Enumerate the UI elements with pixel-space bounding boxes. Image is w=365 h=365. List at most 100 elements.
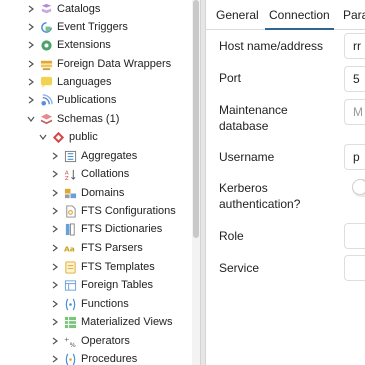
domain-icon [63,186,77,200]
chevron-right-icon[interactable] [50,239,60,257]
tree-item-label: Collations [81,168,130,180]
chevron-right-icon[interactable] [50,258,60,276]
tree-item-fts-templates[interactable]: FTS Templates [50,258,155,276]
tree-item-procedures[interactable]: Procedures [50,350,137,365]
chevron-right-icon[interactable] [50,220,60,238]
maintenance-db-select[interactable]: M [344,99,365,125]
tab-connection[interactable]: Connection [265,0,334,30]
chevron-right-icon[interactable] [26,73,36,91]
chevron-right-icon[interactable] [50,147,60,165]
tree-item-label: FTS Configurations [81,205,176,217]
username-input[interactable]: p [344,144,365,170]
tree-item-label: Extensions [57,39,111,51]
procedure-icon [63,352,77,365]
chevron-right-icon[interactable] [50,295,60,313]
tree-item-label: Languages [57,76,112,88]
tree-item-fts-configurations[interactable]: FTS Configurations [50,202,176,220]
tree-item-label: Operators [81,335,130,347]
fts-configuration-icon [63,204,77,218]
chevron-down-icon[interactable] [38,128,48,146]
chevron-right-icon[interactable] [50,313,60,331]
service-input[interactable] [344,255,365,281]
tree-item-foreign-tables[interactable]: Foreign Tables [50,276,153,294]
chevron-right-icon[interactable] [26,0,36,18]
tree-item-label: Aggregates [81,150,138,162]
port-label: Port [219,71,242,85]
chevron-right-icon[interactable] [26,36,36,54]
chevron-right-icon[interactable] [26,91,36,109]
chevron-down-icon[interactable] [26,110,36,128]
kerberos-toggle-knob [352,179,365,195]
tree-item-publications[interactable]: Publications [26,91,116,109]
tree-item-fts-dictionaries[interactable]: FTS Dictionaries [50,220,162,238]
tree-scrollbar-thumb[interactable] [193,0,199,238]
operator-icon: +% [63,334,77,348]
tree-item-extensions[interactable]: Extensions [26,36,111,54]
function-icon [63,297,77,311]
svg-text:Aa: Aa [64,244,75,253]
port-input[interactable]: 5 [344,66,365,92]
tree-item-collations[interactable]: AZ Collations [50,165,129,183]
tree-item-label: FTS Templates [81,261,155,273]
fts-parser-icon: Aa [63,241,77,255]
tree-item-event-triggers[interactable]: Event Triggers [26,18,128,36]
dialog-tabs: General Connection Para [206,0,365,30]
foreign-data-wrapper-icon [39,57,53,71]
tree-item-foreign-data-wrappers[interactable]: Foreign Data Wrappers [26,55,171,73]
chevron-right-icon[interactable] [50,276,60,294]
tree-item-label: Foreign Data Wrappers [57,58,172,70]
fts-dictionary-icon [63,222,77,236]
tab-parameters[interactable]: Para [339,0,365,30]
kerberos-toggle[interactable] [352,179,365,197]
tree-item-label: FTS Parsers [81,242,143,254]
tree-item-aggregates[interactable]: Aggregates [50,147,137,165]
catalog-icon [39,2,53,16]
tree-item-catalogs[interactable]: Catalogs [26,0,100,18]
maintenance-db-label: Maintenance database [219,103,288,133]
fts-template-icon [63,260,77,274]
tree-item-label: Publications [57,94,117,106]
role-label: Role [219,229,244,243]
tree-item-label: FTS Dictionaries [81,223,163,235]
host-label: Host name/address [219,39,324,53]
service-label: Service [219,261,260,275]
tree-item-public[interactable]: public [38,128,98,146]
event-trigger-icon [39,20,53,34]
tree-item-label: Functions [81,298,129,310]
tree-item-functions[interactable]: Functions [50,295,129,313]
chevron-right-icon[interactable] [26,18,36,36]
host-input[interactable]: rr [344,33,365,59]
chevron-right-icon[interactable] [50,165,60,183]
tree-item-languages[interactable]: Languages [26,73,111,91]
server-dialog-panel: General Connection Para Host name/addres… [206,0,365,365]
language-icon [39,75,53,89]
tree-item-operators[interactable]: +% Operators [50,332,130,350]
object-explorer-tree: Catalogs Event Triggers Extensions Forei… [0,0,192,365]
tree-item-domains[interactable]: Domains [50,184,124,202]
tree-item-label: Schemas (1) [57,113,120,125]
kerberos-label: Kerberos authentication? [219,181,301,211]
chevron-right-icon[interactable] [50,350,60,365]
tree-item-fts-parsers[interactable]: Aa FTS Parsers [50,239,143,257]
tree-item-materialized-views[interactable]: Materialized Views [50,313,173,331]
chevron-right-icon[interactable] [50,184,60,202]
schema-icon [39,112,53,126]
collation-icon: AZ [63,167,77,181]
username-label: Username [219,150,275,164]
tree-item-label: Event Triggers [57,21,128,33]
chevron-right-icon[interactable] [50,202,60,220]
tree-item-label: public [69,131,98,143]
chevron-right-icon[interactable] [50,332,60,350]
extension-icon [39,38,53,52]
tree-item-label: Catalogs [57,3,101,15]
tree-item-label: Domains [81,187,125,199]
role-input[interactable] [344,223,365,249]
foreign-table-icon [63,278,77,292]
tab-general[interactable]: General [212,0,263,30]
publication-icon [39,93,53,107]
tree-item-label: Foreign Tables [81,279,153,291]
aggregate-icon [63,149,77,163]
tree-item-schemas[interactable]: Schemas (1) [26,110,119,128]
chevron-right-icon[interactable] [26,55,36,73]
svg-text:+: + [64,335,69,343]
